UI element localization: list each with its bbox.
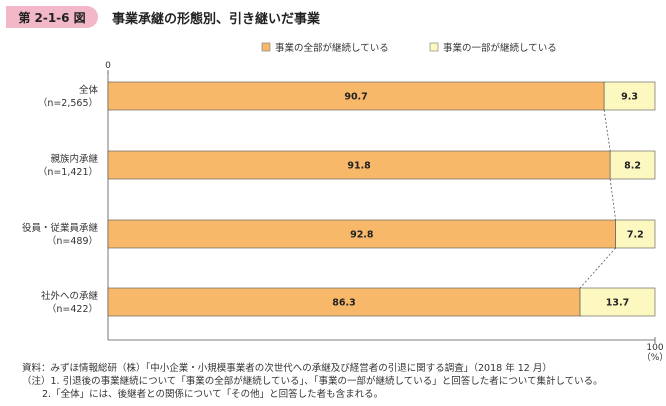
legend-label: 事業の一部が継続している (443, 42, 557, 54)
bar-value-label: 86.3 (332, 298, 355, 309)
bar-value-label: 9.3 (621, 92, 638, 103)
note-1: （注）1. 引退後の事業継続について「事業の全部が継続している」、「事業の一部が… (22, 376, 603, 387)
legend-swatch (261, 42, 271, 52)
category-sample-size: （n=1,421） (38, 166, 98, 178)
legend-label: 事業の全部が継続している (275, 42, 389, 54)
stacked-bar-chart: 事業の全部が継続している 事業の一部が継続している 0 100（%） 90.7 9.3… (22, 42, 666, 363)
note-2: 2.「全体」には、後継者との関係について「その他」と回答した者も含まれる。 (42, 389, 384, 400)
category-sample-size: （n=489） (47, 235, 98, 247)
x-tick-label-max: 100 (646, 343, 663, 353)
category-sample-size: （n=2,565） (38, 97, 98, 109)
category-sample-size: （n=422） (47, 303, 98, 315)
connector-line (579, 247, 616, 289)
bar-value-label: 7.2 (627, 230, 644, 241)
category-labels: 全体（n=2,565） 親族内承継（n=1,421） 役員・従業員承継（n=489）… (22, 84, 99, 315)
bar-value-label: 92.8 (350, 230, 374, 241)
chart-bars: 90.7 9.3 91.8 8.2 92.8 7.2 86.3 13.7 (107, 81, 656, 317)
bar-value-label: 91.8 (347, 161, 371, 172)
bar-value-label: 8.2 (624, 161, 641, 172)
category-label: 全体 (79, 84, 99, 96)
source-note: 資料：みずほ情報総研（株）「中小企業・小規模事業者の次世代への承継及び経営者の引… (22, 363, 552, 374)
category-label: 役員・従業員承継 (22, 222, 99, 234)
figure-notes: 資料：みずほ情報総研（株）「中小企業・小規模事業者の次世代への承継及び経営者の引… (22, 362, 603, 401)
bar-value-label: 90.7 (344, 92, 367, 103)
bar-connector-lines (579, 109, 617, 289)
x-axis-unit: （%） (642, 352, 666, 363)
connector-line (603, 109, 611, 152)
chart-legend: 事業の全部が継続している 事業の一部が継続している (261, 42, 557, 54)
connector-line (609, 178, 617, 221)
category-label: 親族内承継 (50, 153, 98, 165)
x-tick-label-min: 0 (105, 61, 111, 71)
legend-swatch (429, 42, 439, 52)
bar-value-label: 13.7 (606, 298, 629, 309)
category-label: 社外への承継 (41, 290, 99, 302)
